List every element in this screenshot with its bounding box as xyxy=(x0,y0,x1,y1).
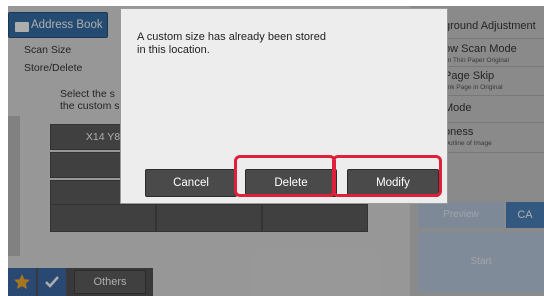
scan-settings-screen: Address Book Scan Size Store/Delete Sele… xyxy=(8,6,544,296)
modify-highlight-frame xyxy=(332,155,442,197)
dialog-message: A custom size has already been stored in… xyxy=(137,31,326,57)
cancel-button[interactable]: Cancel xyxy=(145,169,237,197)
dialog-message-line-1: A custom size has already been stored xyxy=(137,31,326,43)
dialog-message-line-2: in this location. xyxy=(137,44,210,56)
delete-highlight-frame xyxy=(234,155,336,197)
